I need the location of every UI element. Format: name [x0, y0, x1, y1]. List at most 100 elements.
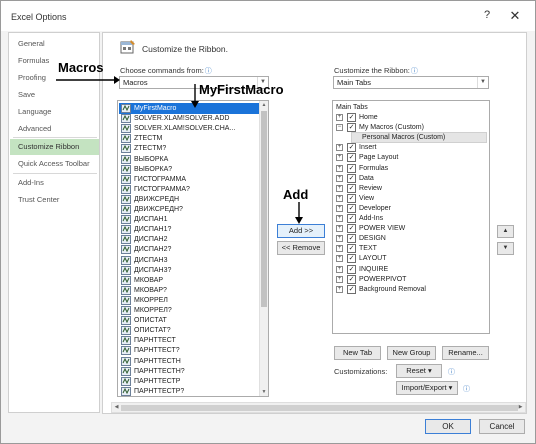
tab-checkbox[interactable]: ✓: [347, 244, 356, 254]
expand-icon[interactable]: +: [336, 204, 343, 212]
new-tab-button[interactable]: New Tab: [334, 346, 381, 360]
scroll-right-arrow-icon[interactable]: ▶: [516, 403, 525, 412]
macro-icon: [121, 275, 131, 285]
chevron-down-icon[interactable]: ▼: [477, 77, 488, 88]
remove-button[interactable]: << Remove: [277, 241, 325, 255]
panel-horizontal-scrollbar[interactable]: ◀ ▶: [111, 402, 526, 413]
expand-icon[interactable]: +: [336, 174, 343, 182]
expand-icon[interactable]: +: [336, 225, 343, 233]
import-export-button[interactable]: Import/Export ▾: [396, 381, 458, 395]
tab-checkbox[interactable]: ✓: [347, 143, 356, 153]
reset-button[interactable]: Reset ▾: [396, 364, 442, 378]
command-label: ПАРНТТЕСТР?: [134, 387, 185, 395]
macro-icon: [121, 194, 131, 204]
tab-checkbox[interactable]: ✓: [347, 234, 356, 244]
tab-checkbox[interactable]: ✓: [347, 123, 356, 133]
command-label: ДИСПАН1?: [134, 226, 172, 234]
new-group-button[interactable]: New Group: [387, 346, 436, 360]
macro-icon: [121, 225, 131, 235]
expand-icon[interactable]: +: [336, 285, 343, 293]
rename-button[interactable]: Rename...: [442, 346, 489, 360]
commands-list[interactable]: MyFirstMacro SOLVER.XLAM!SOLVER.ADD SOLVER…: [117, 100, 269, 397]
annotation-macros: Macros: [58, 60, 104, 75]
command-label: ZTECTM: [134, 135, 163, 143]
add-button[interactable]: Add >>: [277, 224, 325, 238]
command-label: SOLVER.XLAM!SOLVER.ADD: [134, 115, 230, 123]
macro-icon: [121, 376, 131, 386]
customize-ribbon-combo[interactable]: Main Tabs ▼: [333, 76, 489, 89]
help-button[interactable]: ?: [479, 9, 495, 25]
macro-icon: [121, 285, 131, 295]
ribbon-customize-icon: [120, 40, 135, 54]
scroll-up-arrow-icon[interactable]: ▲: [260, 101, 268, 109]
expand-icon[interactable]: +: [336, 255, 343, 263]
expand-icon[interactable]: +: [336, 265, 343, 273]
tab-checkbox[interactable]: ✓: [347, 224, 356, 234]
expand-icon[interactable]: +: [336, 184, 343, 192]
expand-icon[interactable]: +: [336, 114, 343, 121]
macro-icon: [121, 265, 131, 275]
tab-checkbox[interactable]: ✓: [347, 274, 356, 284]
expand-icon[interactable]: +: [336, 194, 343, 202]
cancel-button[interactable]: Cancel: [479, 419, 525, 434]
command-label: ОПИСТАТ?: [134, 327, 171, 335]
command-label: ДИСПАН2: [134, 236, 168, 244]
scroll-thumb[interactable]: [261, 111, 267, 307]
expand-icon[interactable]: +: [336, 144, 343, 152]
tab-checkbox[interactable]: ✓: [347, 284, 356, 294]
command-label: ZTECTM?: [134, 145, 167, 153]
tab-checkbox[interactable]: ✓: [347, 183, 356, 193]
ok-button[interactable]: OK: [425, 419, 471, 434]
expand-icon[interactable]: +: [336, 245, 343, 253]
command-label: ДИСПАН3: [134, 256, 168, 264]
move-down-button[interactable]: ▼: [497, 242, 514, 255]
command-label: МКОВАР: [134, 276, 164, 284]
command-label: ДВИЖСРЕДН?: [134, 206, 183, 213]
options-navigation: General Formulas Proofing Save Language …: [8, 32, 100, 413]
collapse-icon[interactable]: −: [336, 124, 343, 132]
close-button[interactable]: ✕: [507, 8, 523, 24]
nav-item-quick-access-toolbar[interactable]: Quick Access Toolbar: [10, 156, 99, 172]
scroll-down-arrow-icon[interactable]: ▼: [260, 388, 268, 396]
move-up-button[interactable]: ▲: [497, 225, 514, 238]
nav-item-trust-center[interactable]: Trust Center: [10, 192, 99, 208]
info-icon: ⓘ: [448, 369, 455, 376]
macro-icon: [121, 295, 131, 305]
commands-list-scrollbar[interactable]: ▲ ▼: [259, 101, 268, 396]
tab-checkbox[interactable]: ✓: [347, 203, 356, 213]
macro-icon: [121, 104, 131, 113]
expand-icon[interactable]: +: [336, 164, 343, 172]
scroll-thumb[interactable]: [121, 405, 518, 411]
expand-icon[interactable]: +: [336, 154, 343, 162]
tab-checkbox[interactable]: ✓: [347, 163, 356, 173]
expand-icon[interactable]: +: [336, 275, 343, 283]
command-label: ПАРНТТЕСТН?: [134, 367, 185, 375]
nav-separator: [13, 137, 97, 138]
scroll-left-arrow-icon[interactable]: ◀: [112, 403, 121, 412]
expand-icon[interactable]: +: [336, 235, 343, 243]
tree-tab-item[interactable]: + ✓ Background Removal: [336, 284, 486, 295]
nav-item-advanced[interactable]: Advanced: [10, 121, 99, 137]
tab-checkbox[interactable]: ✓: [347, 153, 356, 163]
tab-label: Background Removal: [359, 285, 426, 293]
expand-icon[interactable]: +: [336, 215, 343, 222]
macro-icon: [121, 144, 131, 154]
macro-icon: [121, 215, 131, 225]
tab-checkbox[interactable]: ✓: [347, 193, 356, 203]
dialog-title: Excel Options: [11, 12, 67, 22]
macro-icon: [121, 184, 131, 194]
nav-item-customize-ribbon[interactable]: Customize Ribbon: [10, 139, 99, 155]
info-icon: ⓘ: [463, 386, 470, 393]
tab-checkbox[interactable]: ✓: [347, 113, 356, 122]
tab-checkbox[interactable]: ✓: [347, 173, 356, 183]
tab-checkbox[interactable]: ✓: [347, 214, 356, 223]
tab-checkbox[interactable]: ✓: [347, 254, 356, 264]
command-list-item[interactable]: ПАРНТТЕСТР?: [119, 386, 259, 396]
nav-item-add-ins[interactable]: Add-Ins: [10, 175, 99, 191]
nav-item-save[interactable]: Save: [10, 87, 99, 103]
ribbon-tabs-tree[interactable]: Main Tabs + ✓ Home − ✓ My Macros (Custom) Pers…: [332, 100, 490, 334]
nav-item-language[interactable]: Language: [10, 104, 99, 120]
nav-item-general[interactable]: General: [10, 36, 99, 52]
command-label: ПАРНТТЕСТ?: [134, 347, 180, 355]
tab-checkbox[interactable]: ✓: [347, 264, 356, 274]
